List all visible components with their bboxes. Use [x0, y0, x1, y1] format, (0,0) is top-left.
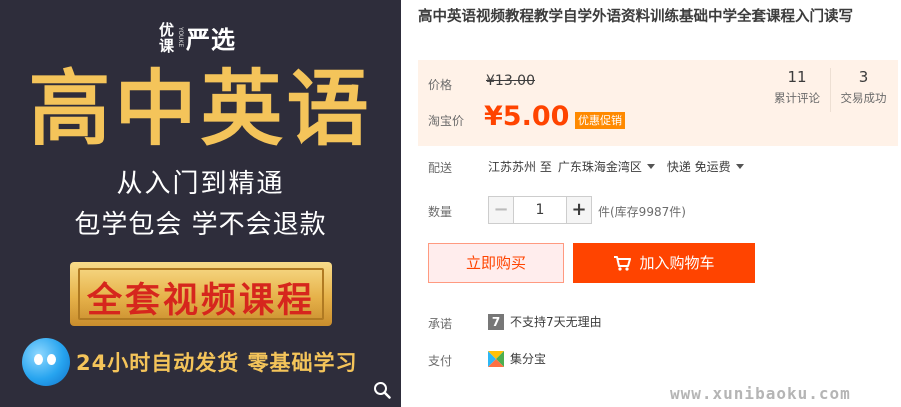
original-price-label: 价格: [428, 78, 453, 92]
caret-down-icon[interactable]: [646, 164, 655, 169]
cart-icon: [614, 256, 632, 271]
original-price: ¥13.00: [486, 73, 535, 89]
review-count-label: 累计评论: [774, 91, 820, 105]
price-panel: 价格 ¥13.00 淘宝价 ¥5.00 优惠促销 11 累计评论 3 交易成功: [418, 60, 898, 146]
delivery-text: 24小时自动发货 零基础学习: [76, 351, 358, 375]
promise-info: 7 不支持7天无理由: [488, 313, 602, 330]
sale-price: ¥5.00: [484, 101, 570, 132]
add-to-cart-button[interactable]: 加入购物车: [573, 243, 755, 283]
product-main-image[interactable]: 优 课 YOUKE 严选 高中英语 从入门到精通 包学包会 学不会退款 全套视频…: [0, 0, 401, 407]
brand-youke-latin: YOUKE: [177, 27, 184, 48]
deal-count-label: 交易成功: [840, 91, 887, 105]
hero-title: 高中英语: [28, 62, 373, 157]
deal-count: 3: [858, 68, 869, 86]
watermark: www.xunibaoku.com: [670, 384, 851, 403]
review-count: 11: [787, 68, 807, 86]
add-to-cart-label: 加入购物车: [639, 254, 715, 272]
shipping-method[interactable]: 快递 免运费: [667, 158, 731, 175]
brand-you: 优: [158, 20, 174, 39]
delivery-row: 24小时自动发货 零基础学习: [22, 338, 358, 386]
hero-subtitle-1: 从入门到精通: [116, 169, 285, 199]
quantity-increase-button[interactable]: +: [566, 196, 592, 224]
promo-badge[interactable]: 优惠促销: [575, 112, 625, 129]
taobao-price-label: 淘宝价: [428, 114, 465, 128]
zoom-icon[interactable]: [373, 381, 391, 399]
payment-method[interactable]: 集分宝: [510, 350, 546, 367]
shipping-from: 江苏苏州 至: [488, 160, 552, 174]
quantity-input[interactable]: 1: [514, 196, 566, 224]
brand-logo: 优 课 YOUKE 严选: [158, 20, 236, 55]
brand-yanxuan: 严选: [186, 26, 236, 54]
deal-count-stat[interactable]: 3 交易成功: [830, 68, 896, 112]
course-banner: 全套视频课程: [70, 262, 332, 326]
product-title: 高中英语视频教程教学自学外语资料训练基础中学全套课程入门读写: [418, 9, 853, 25]
seven-day-icon: 7: [488, 313, 504, 330]
promise-text[interactable]: 不支持7天无理由: [510, 313, 602, 330]
payment-label: 支付: [428, 354, 453, 368]
quantity-label: 数量: [428, 205, 453, 219]
promise-label: 承诺: [428, 317, 453, 331]
hero-subtitle-2: 包学包会 学不会退款: [74, 210, 327, 240]
course-banner-text: 全套视频课程: [86, 281, 315, 321]
review-count-stat[interactable]: 11 累计评论: [764, 68, 830, 106]
brand-ke: 课: [158, 36, 174, 55]
brand-youke-stack: 优 课: [158, 22, 175, 54]
shipping-label: 配送: [428, 161, 453, 175]
stock-info: 件(库存9987件): [598, 205, 686, 219]
jifenbao-icon: [488, 350, 504, 367]
mascot-icon: [22, 338, 70, 386]
payment-info: 集分宝: [488, 350, 546, 367]
quantity-decrease-button[interactable]: −: [488, 196, 514, 224]
shipping-destination[interactable]: 广东珠海金湾区: [558, 158, 642, 175]
buy-now-button[interactable]: 立即购买: [428, 243, 564, 283]
caret-down-icon[interactable]: [735, 164, 744, 169]
quantity-stepper: − 1 +: [488, 196, 592, 224]
shipping-info: 江苏苏州 至 广东珠海金湾区 快递 免运费: [488, 158, 750, 175]
